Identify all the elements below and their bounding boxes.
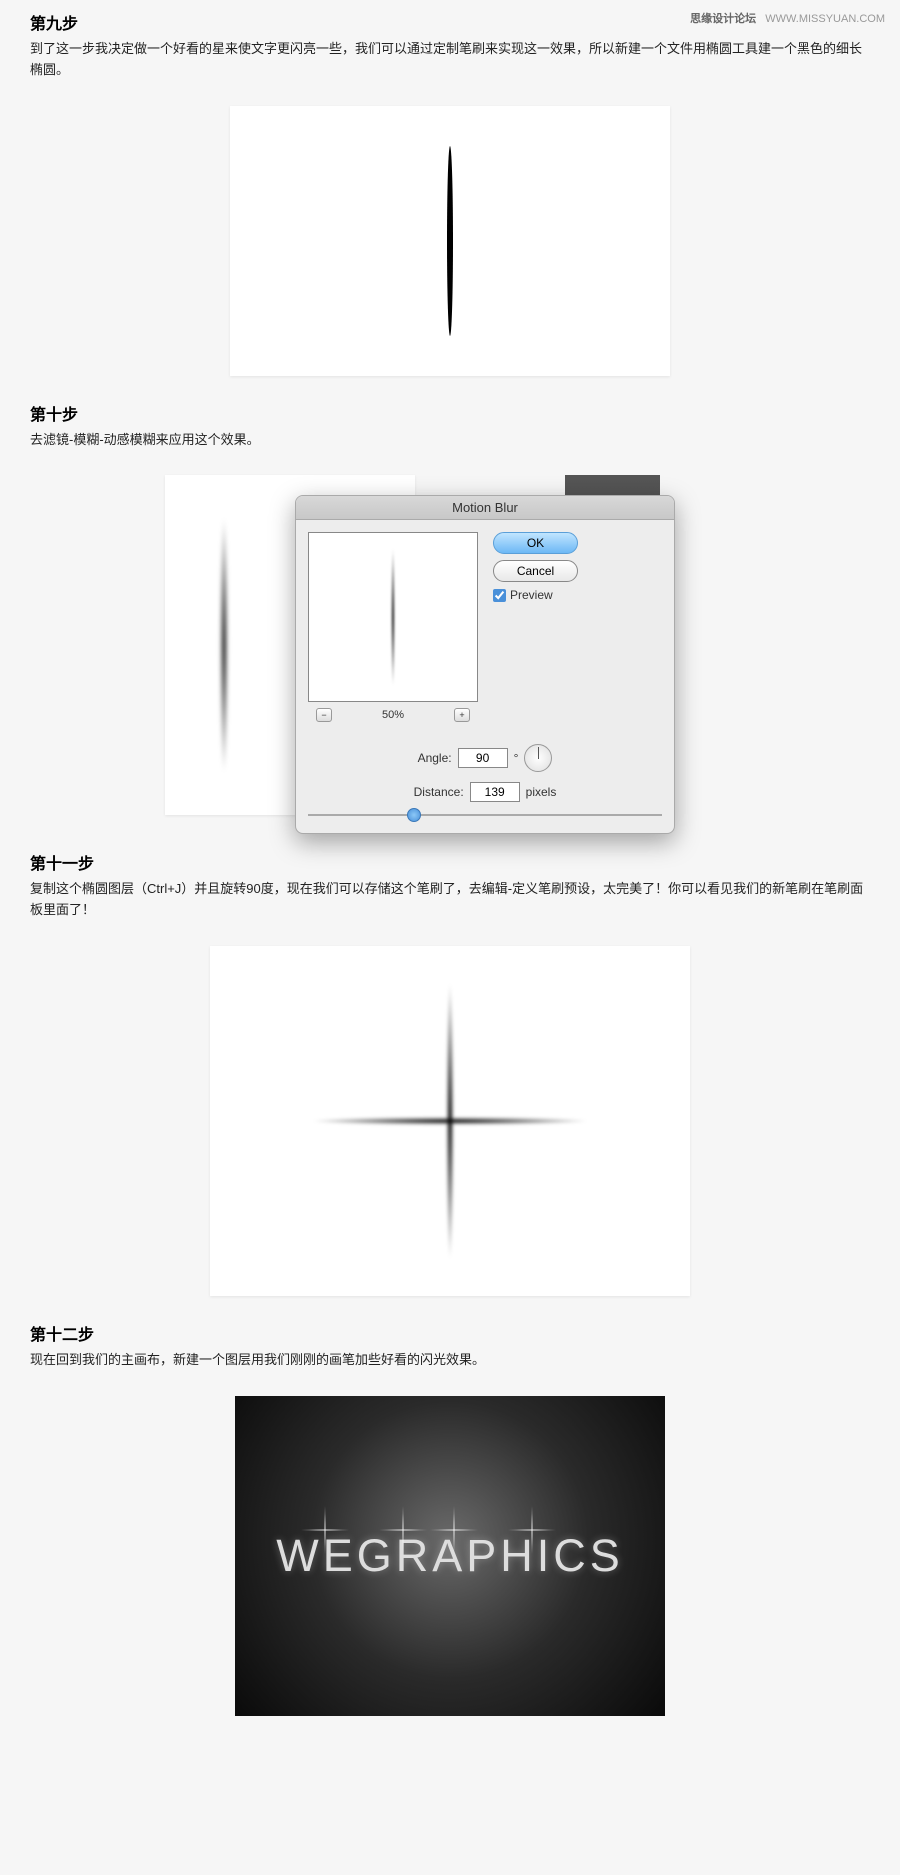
slider-thumb[interactable]: [407, 808, 421, 822]
dialog-params: Angle: ° Distance: pixels: [296, 734, 674, 833]
vertical-ellipse: [447, 146, 453, 336]
preview-box: [308, 532, 478, 702]
step12-text: 现在回到我们的主画布，新建一个图层用我们刚刚的画笔加些好看的闪光效果。: [0, 1350, 900, 1386]
angle-wheel[interactable]: [524, 744, 552, 772]
preview-blur: [391, 547, 395, 687]
zoom-in-button[interactable]: +: [454, 708, 470, 722]
motion-blur-dialog: Motion Blur − 50% + OK Cancel: [295, 495, 675, 834]
slider-track: [308, 814, 662, 816]
dialog-right: OK Cancel Preview: [478, 532, 662, 722]
step9-canvas: [230, 106, 670, 376]
step12-title: 第十二步: [0, 1311, 900, 1350]
zoom-row: − 50% +: [308, 702, 478, 722]
distance-unit: pixels: [526, 785, 557, 799]
blurred-vertical: [220, 515, 228, 775]
angle-row: Angle: °: [308, 744, 662, 772]
dialog-preview-area: − 50% +: [308, 532, 478, 722]
step9-text: 到了这一步我决定做一个好看的星来使文字更闪亮一些，我们可以通过定制笔刷来实现这一…: [0, 39, 900, 96]
step11-title: 第十一步: [0, 840, 900, 879]
distance-input[interactable]: [470, 782, 520, 802]
angle-unit: °: [514, 751, 519, 765]
preview-checkbox[interactable]: [493, 589, 506, 602]
distance-row: Distance: pixels: [308, 782, 662, 802]
zoom-percent: 50%: [382, 709, 404, 721]
step11-text: 复制这个椭圆图层（Ctrl+J）并且旋转90度，现在我们可以存储这个笔刷了，去编…: [0, 879, 900, 936]
step9-figure: [0, 96, 900, 391]
cross-horizontal: [310, 1117, 590, 1125]
zoom-out-button[interactable]: −: [316, 708, 332, 722]
result-text: WEGRAPHICS: [276, 1530, 624, 1582]
step11-figure: [0, 936, 900, 1311]
angle-label: Angle:: [418, 751, 452, 765]
cancel-button[interactable]: Cancel: [493, 560, 578, 582]
distance-slider[interactable]: [308, 812, 662, 818]
dialog-title: Motion Blur: [296, 496, 674, 520]
watermark-cn: 思缘设计论坛: [690, 13, 756, 25]
step11-canvas: [210, 946, 690, 1296]
step12-figure: WEGRAPHICS: [0, 1386, 900, 1731]
ok-button[interactable]: OK: [493, 532, 578, 554]
angle-input[interactable]: [458, 748, 508, 768]
step12-canvas: WEGRAPHICS: [235, 1396, 665, 1716]
step10-figure: Motion Blur − 50% + OK Cancel: [0, 465, 900, 840]
distance-label: Distance:: [414, 785, 464, 799]
preview-label-text: Preview: [510, 588, 553, 602]
step10-canvas-wrap: Motion Blur − 50% + OK Cancel: [165, 475, 735, 825]
dialog-body: − 50% + OK Cancel Preview: [296, 520, 674, 734]
watermark: 思缘设计论坛 WWW.MISSYUAN.COM: [690, 10, 885, 26]
preview-checkbox-label[interactable]: Preview: [493, 588, 662, 602]
step10-title: 第十步: [0, 391, 900, 430]
step10-text: 去滤镜-模糊-动感模糊来应用这个效果。: [0, 430, 900, 466]
watermark-url: WWW.MISSYUAN.COM: [765, 13, 885, 25]
